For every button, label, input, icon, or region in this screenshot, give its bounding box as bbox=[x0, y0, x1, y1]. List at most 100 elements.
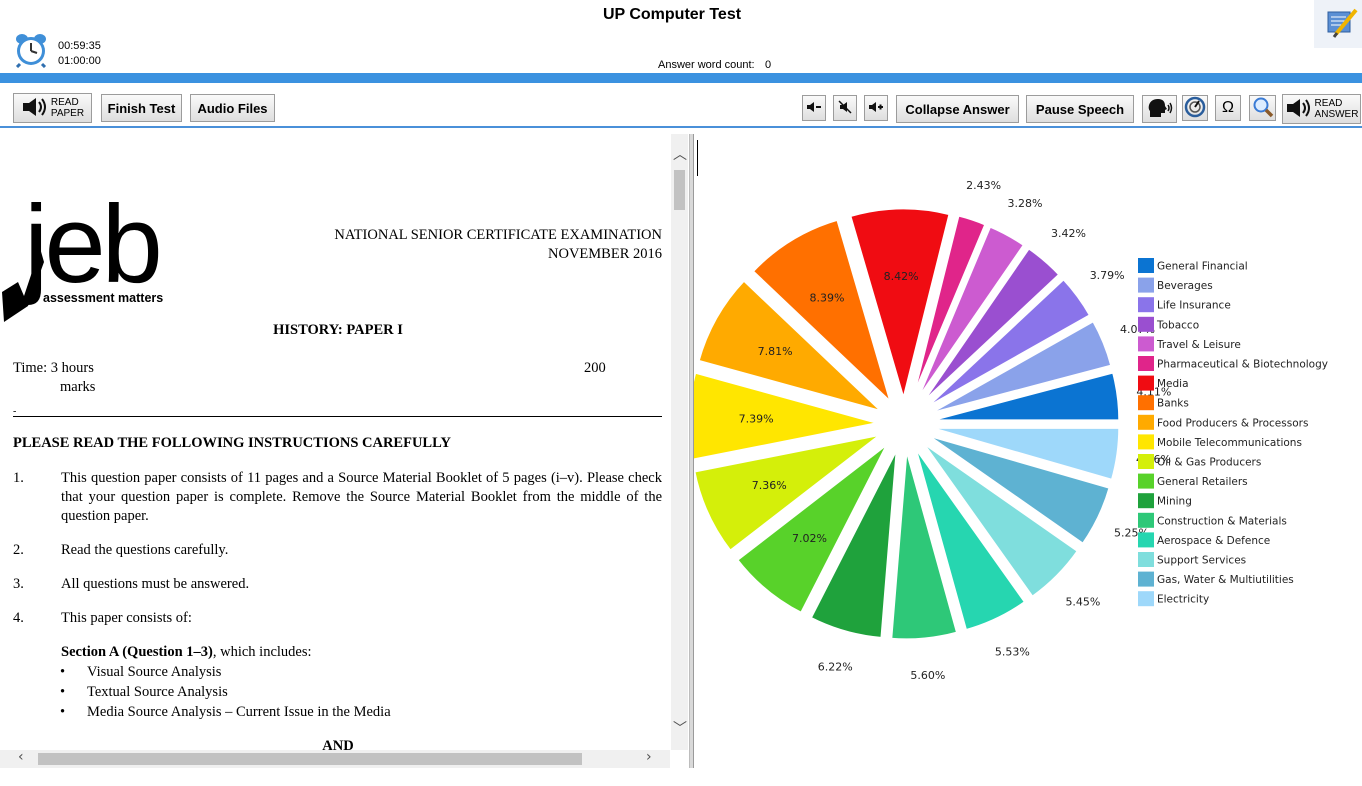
scroll-up-icon[interactable]: ︿ bbox=[673, 144, 687, 164]
vertical-scrollbar[interactable]: ︿ ﹀ bbox=[671, 134, 688, 750]
speech-speed-button[interactable] bbox=[1182, 95, 1208, 121]
timer-total: 01:00:00 bbox=[58, 55, 101, 67]
legend-swatch bbox=[1138, 512, 1154, 528]
item-number: 1. bbox=[13, 470, 24, 486]
legend-swatch bbox=[1138, 277, 1154, 293]
instruction-text: This paper consists of: bbox=[61, 610, 192, 626]
legend-label: Pharmaceutical & Biotechnology bbox=[1157, 359, 1328, 371]
bullet-dot: • bbox=[60, 704, 66, 720]
horizontal-rule bbox=[13, 416, 662, 417]
legend-label: Banks bbox=[1157, 398, 1189, 410]
logo-text: jeb bbox=[21, 183, 159, 306]
horizontal-scrollbar[interactable]: ‹ › bbox=[0, 749, 670, 768]
marks-label: marks bbox=[60, 379, 96, 395]
scroll-left-icon[interactable]: ‹ bbox=[18, 749, 24, 765]
legend-swatch bbox=[1138, 336, 1154, 352]
horizontal-scroll-thumb[interactable] bbox=[38, 753, 582, 765]
legend-label: Gas, Water & Multiutilities bbox=[1157, 574, 1294, 586]
speaker-icon bbox=[21, 96, 49, 121]
zoom-button[interactable] bbox=[1249, 95, 1276, 121]
legend-label: Support Services bbox=[1157, 555, 1246, 567]
legend-swatch bbox=[1138, 591, 1154, 607]
read-paper-label-2: PAPER bbox=[50, 108, 85, 119]
slice-label: 7.81% bbox=[758, 345, 793, 358]
read-answer-label-2: ANSWER bbox=[1314, 109, 1359, 120]
notepad-pencil-icon[interactable] bbox=[1314, 0, 1362, 48]
legend-swatch bbox=[1138, 434, 1154, 450]
audio-files-button[interactable]: Audio Files bbox=[190, 94, 275, 122]
vertical-scroll-thumb[interactable] bbox=[674, 170, 685, 210]
legend-swatch bbox=[1138, 297, 1154, 313]
jeb-logo: jeb assessment matters bbox=[0, 178, 210, 328]
slice-label: 6.22% bbox=[818, 660, 853, 673]
instruction-text: All questions must be answered. bbox=[61, 576, 250, 592]
instruction-text: This question paper consists of 11 pages… bbox=[61, 470, 662, 524]
read-answer-button[interactable]: READ ANSWER bbox=[1282, 94, 1361, 124]
speech-settings-button[interactable] bbox=[1142, 95, 1177, 123]
slice-label: 3.42% bbox=[1051, 227, 1086, 240]
legend-label: Aerospace & Defence bbox=[1157, 535, 1270, 547]
answer-pane[interactable]: 4.11% 4.07% 3.79% 3.42% 3.28% 2.43% 8.42% 8.39%… bbox=[694, 134, 1362, 768]
volume-down-icon bbox=[806, 100, 822, 117]
slice-label: 8.39% bbox=[809, 292, 844, 305]
legend-label: Mining bbox=[1157, 496, 1192, 508]
legend-label: Life Insurance bbox=[1157, 300, 1231, 312]
collapse-answer-button[interactable]: Collapse Answer bbox=[896, 95, 1019, 123]
question-paper-pane[interactable]: jeb assessment matters NATIONAL SENIOR C… bbox=[0, 134, 670, 750]
mute-button[interactable] bbox=[833, 95, 857, 121]
legend-swatch bbox=[1138, 258, 1154, 273]
logo-tagline: assessment matters bbox=[43, 291, 163, 305]
word-count-label: Answer word count: bbox=[658, 59, 755, 71]
marks-value: 200 bbox=[584, 360, 606, 376]
pause-speech-button[interactable]: Pause Speech bbox=[1026, 95, 1134, 123]
timer-elapsed: 00:59:35 bbox=[58, 40, 101, 52]
legend-label: Tobacco bbox=[1156, 319, 1199, 331]
scroll-right-icon[interactable]: › bbox=[646, 749, 652, 765]
speed-dial-icon bbox=[1184, 96, 1206, 121]
legend-label: Oil & Gas Producers bbox=[1157, 457, 1261, 469]
item-number: 4. bbox=[13, 610, 24, 626]
instructions-heading: PLEASE READ THE FOLLOWING INSTRUCTIONS C… bbox=[13, 435, 451, 451]
speaking-head-icon bbox=[1146, 97, 1174, 122]
exam-title: NATIONAL SENIOR CERTIFICATE EXAMINATION bbox=[334, 227, 662, 243]
item-number: 3. bbox=[13, 576, 24, 592]
time-label: Time: 3 hours bbox=[13, 360, 94, 376]
instruction-text: Read the questions carefully. bbox=[61, 542, 229, 558]
read-paper-label-1: READ bbox=[50, 97, 79, 108]
special-characters-button[interactable]: Ω bbox=[1215, 95, 1241, 121]
legend-label: General Retailers bbox=[1157, 476, 1248, 488]
legend-label: Travel & Leisure bbox=[1156, 339, 1241, 351]
legend-swatch bbox=[1138, 571, 1154, 587]
toolbar-divider bbox=[0, 126, 1362, 128]
slice-label: 8.42% bbox=[884, 270, 919, 283]
finish-test-button[interactable]: Finish Test bbox=[101, 94, 182, 122]
legend-label: General Financial bbox=[1157, 261, 1248, 273]
magnifier-icon bbox=[1252, 96, 1274, 121]
section-a-rest: , which includes: bbox=[212, 644, 312, 660]
legend-swatch bbox=[1138, 493, 1154, 509]
legend-label: Beverages bbox=[1157, 280, 1213, 292]
legend-swatch bbox=[1138, 454, 1154, 469]
bullet-item: Visual Source Analysis bbox=[87, 664, 222, 680]
legend-swatch bbox=[1138, 532, 1154, 548]
section-a-bold: Section A (Question 1–3) bbox=[61, 644, 213, 660]
section-a-line: Section A (Question 1–3), which includes… bbox=[61, 643, 312, 662]
volume-down-button[interactable] bbox=[802, 95, 826, 121]
item-number: 2. bbox=[13, 542, 24, 558]
exam-date: NOVEMBER 2016 bbox=[548, 246, 662, 262]
slice-label: 7.39% bbox=[739, 413, 774, 426]
slice-label: 7.36% bbox=[752, 479, 787, 492]
slice-label: 3.28% bbox=[1008, 197, 1043, 210]
bullet-item: Media Source Analysis – Current Issue in… bbox=[87, 704, 391, 720]
scroll-down-icon[interactable]: ﹀ bbox=[673, 718, 687, 738]
read-paper-button[interactable]: READ PAPER bbox=[13, 93, 92, 123]
and-text: AND bbox=[322, 738, 354, 750]
pie-chart: 4.11%4.07%3.79%3.42%3.28%2.43%8.42%8.39%… bbox=[694, 179, 1328, 682]
volume-up-button[interactable] bbox=[864, 95, 888, 121]
mute-icon bbox=[837, 99, 853, 117]
legend-swatch bbox=[1138, 473, 1154, 489]
legend-swatch bbox=[1138, 375, 1154, 391]
paper-title: HISTORY: PAPER I bbox=[273, 322, 403, 338]
omega-icon: Ω bbox=[1222, 99, 1234, 116]
word-count-value: 0 bbox=[765, 59, 772, 71]
